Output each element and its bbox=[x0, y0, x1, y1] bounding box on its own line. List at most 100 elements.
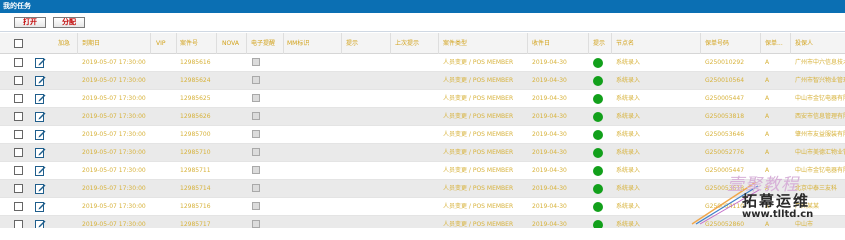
table-row[interactable]: 2019-05-07 17:30:00 12985716 人员变更 / POS ME… bbox=[0, 198, 845, 216]
case-number-cell[interactable]: 12985624 bbox=[177, 72, 217, 90]
edit-icon[interactable] bbox=[35, 219, 46, 228]
received-date-cell: 2019-04-30 bbox=[532, 59, 567, 66]
case-type-cell: 人员变更 / POS MEMBER bbox=[443, 95, 514, 102]
policy-flag-cell: A bbox=[765, 95, 770, 102]
node-name-cell: 系统录入 bbox=[616, 185, 641, 192]
column-header-urgent[interactable]: 加急 bbox=[55, 33, 78, 54]
due-date-cell: 2019-05-07 17:30:00 bbox=[82, 77, 146, 84]
column-header-nova[interactable]: NOVA bbox=[219, 33, 247, 54]
open-button[interactable]: 打开 bbox=[14, 17, 46, 28]
received-date-cell: 2019-04-30 bbox=[532, 203, 567, 210]
received-date-cell: 2019-04-30 bbox=[532, 167, 567, 174]
edit-icon[interactable] bbox=[35, 201, 46, 212]
table-row[interactable]: 2019-05-07 17:30:00 12985714 人员变更 / POS ME… bbox=[0, 180, 845, 198]
edit-icon[interactable] bbox=[35, 129, 46, 140]
node-name-cell: 系统录入 bbox=[616, 131, 641, 138]
case-type-cell: 人员变更 / POS MEMBER bbox=[443, 185, 514, 192]
edit-icon[interactable] bbox=[35, 75, 46, 86]
column-header-policy-flag[interactable]: 保单... bbox=[762, 33, 791, 54]
table-row[interactable]: 2019-05-07 17:30:00 12985717 人员变更 / POS ME… bbox=[0, 216, 845, 228]
row-checkbox[interactable] bbox=[14, 130, 23, 139]
column-header-policy-holder[interactable]: 投保人 bbox=[792, 33, 845, 54]
case-type-cell: 人员变更 / POS MEMBER bbox=[443, 59, 514, 66]
case-number-cell[interactable]: 12985716 bbox=[177, 198, 217, 216]
e-reminder-checkbox bbox=[252, 184, 260, 192]
node-name-cell: 系统录入 bbox=[616, 167, 641, 174]
table-row[interactable]: 2019-05-07 17:30:00 12985625 人员变更 / POS ME… bbox=[0, 90, 845, 108]
case-number-cell[interactable]: 12985711 bbox=[177, 162, 217, 180]
column-header-e-reminder[interactable]: 电子提醒 bbox=[248, 33, 284, 54]
case-number-cell[interactable]: 12985625 bbox=[177, 90, 217, 108]
status-dot-icon bbox=[593, 220, 603, 228]
column-header-policy-no[interactable]: 保单号码 bbox=[702, 33, 761, 54]
select-all-checkbox[interactable] bbox=[14, 39, 23, 48]
edit-icon[interactable] bbox=[35, 111, 46, 122]
row-checkbox[interactable] bbox=[14, 148, 23, 157]
row-checkbox[interactable] bbox=[14, 166, 23, 175]
received-date-cell: 2019-04-30 bbox=[532, 185, 567, 192]
policy-number-cell: G250005447 bbox=[705, 167, 745, 174]
node-name-cell: 系统录入 bbox=[616, 149, 641, 156]
policy-number-cell: G250053646 bbox=[705, 131, 745, 138]
received-date-cell: 2019-04-30 bbox=[532, 77, 567, 84]
edit-icon[interactable] bbox=[35, 147, 46, 158]
edit-icon[interactable] bbox=[35, 57, 46, 68]
row-checkbox[interactable] bbox=[14, 184, 23, 193]
table-row[interactable]: 2019-05-07 17:30:00 12985710 人员变更 / POS ME… bbox=[0, 144, 845, 162]
policy-holder-cell: 肇州市友益服装有限 bbox=[795, 131, 845, 138]
column-header-last-hint[interactable]: 上次提示 bbox=[392, 33, 439, 54]
table-row[interactable]: 2019-05-07 17:30:00 12985700 人员变更 / POS ME… bbox=[0, 126, 845, 144]
case-type-cell: 人员变更 / POS MEMBER bbox=[443, 203, 514, 210]
status-dot-icon bbox=[593, 184, 603, 194]
table-row[interactable]: 2019-05-07 17:30:00 12985616 人员变更 / POS ME… bbox=[0, 54, 845, 72]
case-number-cell[interactable]: 12985616 bbox=[177, 54, 217, 72]
column-header-due-date[interactable]: 到期日 bbox=[79, 33, 151, 54]
case-number-cell[interactable]: 12985626 bbox=[177, 108, 217, 126]
column-header-alert[interactable]: 提示 bbox=[590, 33, 612, 54]
row-checkbox[interactable] bbox=[14, 112, 23, 121]
policy-flag-cell: A bbox=[765, 113, 770, 120]
due-date-cell: 2019-05-07 17:30:00 bbox=[82, 203, 146, 210]
policy-number-cell: G250053618 bbox=[705, 185, 745, 192]
table-row[interactable]: 2019-05-07 17:30:00 12985624 人员变更 / POS ME… bbox=[0, 72, 845, 90]
case-number-cell[interactable]: 12985714 bbox=[177, 180, 217, 198]
column-header-case-no[interactable]: 案件号 bbox=[177, 33, 217, 54]
column-header-received-date[interactable]: 收件日 bbox=[529, 33, 589, 54]
table-row[interactable]: 2019-05-07 17:30:00 12985711 人员变更 / POS ME… bbox=[0, 162, 845, 180]
column-header-vip[interactable]: VIP bbox=[153, 33, 177, 54]
row-checkbox[interactable] bbox=[14, 202, 23, 211]
edit-icon[interactable] bbox=[35, 165, 46, 176]
edit-icon[interactable] bbox=[35, 183, 46, 194]
table-header: 加急 到期日 VIP 案件号 NOVA 电子提醒 MM标识 提示 上次提示 案件… bbox=[0, 33, 845, 54]
column-header-mm-flag[interactable]: MM标识 bbox=[284, 33, 342, 54]
case-type-cell: 人员变更 / POS MEMBER bbox=[443, 113, 514, 120]
case-number-cell[interactable]: 12985717 bbox=[177, 216, 217, 228]
column-header-hint[interactable]: 提示 bbox=[343, 33, 391, 54]
policy-flag-cell: A bbox=[765, 59, 770, 66]
row-checkbox[interactable] bbox=[14, 76, 23, 85]
row-checkbox[interactable] bbox=[14, 220, 23, 228]
assign-button[interactable]: 分配 bbox=[53, 17, 85, 28]
status-dot-icon bbox=[593, 76, 603, 86]
window-title: 我的任务 bbox=[3, 2, 31, 10]
policy-flag-cell: A bbox=[765, 185, 770, 192]
status-dot-icon bbox=[593, 148, 603, 158]
policy-number-cell: G250053818 bbox=[705, 113, 745, 120]
due-date-cell: 2019-05-07 17:30:00 bbox=[82, 221, 146, 228]
column-header-case-type[interactable]: 案件类型 bbox=[440, 33, 528, 54]
e-reminder-checkbox bbox=[252, 148, 260, 156]
e-reminder-checkbox bbox=[252, 112, 260, 120]
case-number-cell[interactable]: 12985710 bbox=[177, 144, 217, 162]
column-header-node-name[interactable]: 节点名 bbox=[613, 33, 701, 54]
e-reminder-checkbox bbox=[252, 130, 260, 138]
case-number-cell[interactable]: 12985700 bbox=[177, 126, 217, 144]
policy-number-cell: G250052860 bbox=[705, 221, 745, 228]
edit-icon[interactable] bbox=[35, 93, 46, 104]
policy-number-cell: G250010292 bbox=[705, 59, 745, 66]
node-name-cell: 系统录入 bbox=[616, 113, 641, 120]
row-checkbox[interactable] bbox=[14, 58, 23, 67]
row-checkbox[interactable] bbox=[14, 94, 23, 103]
due-date-cell: 2019-05-07 17:30:00 bbox=[82, 185, 146, 192]
case-type-cell: 人员变更 / POS MEMBER bbox=[443, 77, 514, 84]
table-row[interactable]: 2019-05-07 17:30:00 12985626 人员变更 / POS ME… bbox=[0, 108, 845, 126]
